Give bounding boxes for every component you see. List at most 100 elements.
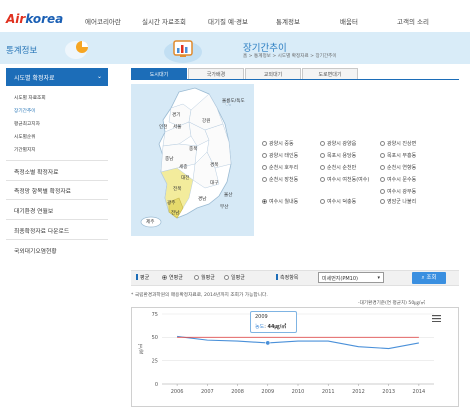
radio-daily[interactable]: 일평균 — [224, 274, 245, 281]
sidebar-item[interactable]: 측정소별 확정자료 — [14, 167, 59, 176]
sidebar-item[interactable]: 국외대기오염현황 — [14, 246, 57, 255]
sidebar-sub-item[interactable]: 평균최고지자 — [14, 121, 40, 127]
nav-customer[interactable]: 고객의 소리 — [397, 16, 429, 26]
map-label-ulsan[interactable]: 울산 — [224, 192, 232, 198]
divider — [6, 239, 108, 240]
concentration-line — [177, 335, 419, 350]
breadcrumb: 홈 > 통계정보 > 시도별 확정자료 > 장기간추이 — [243, 54, 337, 59]
sidebar-sub-item[interactable]: 시도별순위 — [14, 134, 36, 140]
tooltip-series-name: 농도 — [255, 324, 265, 330]
station-radio[interactable]: 순천시 순천만 — [320, 164, 356, 171]
map-label-gyeonggi[interactable]: 경기 — [172, 112, 180, 118]
radio-icon — [320, 199, 325, 204]
x-tick-label: 2010 — [292, 389, 305, 395]
station-radio[interactable]: 여수시 덕충동 — [320, 198, 356, 205]
airkorea-logo[interactable]: Airkorea — [6, 12, 63, 26]
map-label-daegu[interactable]: 대구 — [210, 180, 218, 186]
radio-icon — [320, 141, 325, 146]
map-label-jeonnam[interactable]: 전남 — [171, 210, 179, 216]
station-radio[interactable]: 광양시 태인동 — [262, 152, 298, 159]
map-label-gyeongbuk[interactable]: 경북 — [210, 162, 218, 168]
divider — [6, 160, 108, 161]
station-radio[interactable]: 여수시 문수동 — [380, 176, 416, 183]
map-label-seoul[interactable]: 서울 — [173, 124, 181, 130]
sidebar-item[interactable]: 최종확정자료 다운로드 — [14, 226, 69, 235]
station-radio[interactable]: 광양시 중동 — [262, 140, 294, 147]
pollutant-select-value: 미세먼지(PM10) — [322, 276, 358, 282]
radio-annual[interactable]: 연평균 — [162, 274, 183, 281]
x-tick-label: 2014 — [413, 389, 426, 395]
map-label-jeonbuk[interactable]: 전북 — [173, 186, 181, 192]
nav-learning[interactable]: 배움터 — [340, 16, 358, 26]
map-label-chungnam[interactable]: 충남 — [165, 156, 173, 162]
station-label: 여수시 월내동 — [269, 199, 299, 205]
station-radio[interactable]: 영암군 나불리 — [380, 198, 416, 205]
nav-about[interactable]: 에어코리아란 — [85, 16, 121, 26]
sidebar-sub-item[interactable]: 기간별지지 — [14, 147, 36, 153]
map-label-daejeon[interactable]: 대전 — [181, 175, 189, 181]
x-tick-label: 2013 — [382, 389, 395, 395]
station-label: 여수시 문수동 — [387, 177, 417, 183]
station-radio[interactable]: 여수시 여천동(여수) — [320, 176, 378, 183]
station-radio[interactable]: 광양시 광양읍 — [320, 140, 356, 147]
sidebar-sub-item[interactable]: 시도별 자료조회 — [14, 95, 46, 101]
station-radio[interactable]: 목포시 용당동 — [320, 152, 356, 159]
station-radio-selected[interactable]: 여수시 월내동 — [262, 198, 298, 205]
map-label-gyeongnam[interactable]: 경남 — [198, 196, 206, 202]
station-radio[interactable]: 순천시 장천동 — [262, 176, 298, 183]
map-label-gangwon[interactable]: 강원 — [202, 118, 210, 124]
sidebar-item[interactable]: 측정망 항목별 확정자료 — [14, 186, 71, 195]
highlighted-point — [265, 340, 271, 346]
station-radio[interactable]: 순천시 연향동 — [380, 164, 416, 171]
radio-annual-label: 연평균 — [169, 275, 183, 281]
radio-icon — [380, 189, 385, 194]
map-label-incheon[interactable]: 인천 — [159, 124, 167, 130]
radio-monthly[interactable]: 월평균 — [194, 274, 215, 281]
radio-selected-icon — [262, 199, 267, 204]
sidebar-sub-item-active[interactable]: 장기간추이 — [14, 108, 36, 114]
radio-icon — [224, 275, 229, 280]
radio-icon — [320, 153, 325, 158]
search-button[interactable]: ⌕ 조회 — [412, 272, 446, 284]
nav-realtime[interactable]: 실시간 자료조회 — [142, 16, 186, 26]
statistics-pie-icon — [65, 41, 88, 59]
x-tick-label: 2007 — [201, 389, 214, 395]
y-tick-label: 0 — [155, 382, 158, 388]
station-radio[interactable]: 목포시 부흥동 — [380, 152, 416, 159]
map-label-sejong[interactable]: 세종 — [179, 164, 187, 170]
radio-selected-icon — [162, 275, 167, 280]
pollutant-select[interactable]: 미세먼지(PM10) ▾ — [318, 272, 384, 283]
chevron-down-icon: ▾ — [377, 275, 380, 281]
average-label: 평균 — [136, 274, 149, 281]
station-radio[interactable]: 여수시 광무동 — [380, 188, 416, 195]
station-label: 목포시 용당동 — [327, 153, 357, 159]
average-label-text: 평균 — [140, 275, 150, 281]
map-label-gwangju[interactable]: 광주 — [167, 200, 175, 206]
chevron-down-icon: ⌄ — [96, 73, 102, 80]
map-label-ulleungdo[interactable]: 울릉도/독도 — [222, 98, 245, 104]
nav-statistics[interactable]: 통계정보 — [276, 16, 300, 26]
search-button-label: 조회 — [426, 275, 437, 281]
divider — [6, 219, 108, 220]
logo-text-korea: korea — [25, 12, 64, 26]
station-label: 목포시 부흥동 — [387, 153, 417, 159]
sidebar-item[interactable]: 대기환경 연월보 — [14, 206, 53, 215]
station-label: 광양시 중동 — [269, 141, 294, 147]
tab-underline — [131, 79, 459, 80]
station-radio[interactable]: 순천시 호두리 — [262, 164, 298, 171]
korea-map[interactable] — [131, 84, 254, 236]
sidebar-active-section[interactable]: 시도별 확정자료 ⌄ — [6, 68, 108, 86]
radio-icon — [380, 199, 385, 204]
map-label-busan[interactable]: 부산 — [220, 204, 228, 210]
nav-forecast[interactable]: 대기질 예·경보 — [208, 16, 248, 26]
station-label: 영암군 나불리 — [387, 199, 417, 205]
menu-icon[interactable] — [432, 315, 441, 322]
radio-icon — [380, 153, 385, 158]
station-label: 광양시 진상면 — [387, 141, 417, 147]
station-radio[interactable]: 광양시 진상면 — [380, 140, 416, 147]
x-tick-label: 2009 — [261, 389, 274, 395]
radio-icon — [262, 153, 267, 158]
standard-legend: -대기환경기준(연 평균치) 50㎍/㎥ — [358, 301, 426, 306]
map-label-jeju[interactable]: 제주 — [146, 219, 154, 225]
map-label-chungbuk[interactable]: 충북 — [189, 146, 197, 152]
